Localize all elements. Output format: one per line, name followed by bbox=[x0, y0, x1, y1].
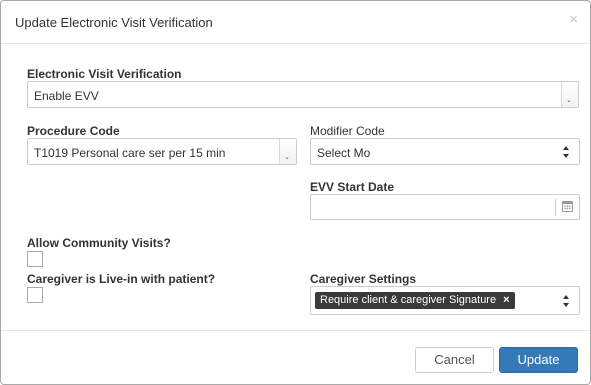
evv-select[interactable]: Enable EVV ⌄ bbox=[27, 81, 579, 108]
caregiver-setting-tag: Require client & caregiver Signature × bbox=[315, 292, 515, 309]
input-divider bbox=[555, 199, 556, 216]
procedure-code-label: Procedure Code bbox=[27, 124, 120, 138]
select-updown-icon bbox=[562, 294, 570, 308]
caregiver-settings-multiselect[interactable]: Require client & caregiver Signature × bbox=[310, 286, 580, 315]
live-in-label: Caregiver is Live-in with patient? bbox=[27, 272, 216, 286]
chevron-down-icon: ⌄ bbox=[566, 97, 572, 104]
modifier-code-select[interactable]: Select Mo bbox=[310, 138, 580, 165]
modifier-code-label: Modifier Code bbox=[310, 124, 385, 138]
evv-start-date-input[interactable] bbox=[310, 194, 580, 220]
procedure-code-toggle[interactable]: ⌄ bbox=[279, 139, 296, 164]
update-button[interactable]: Update bbox=[499, 347, 578, 373]
chevron-down-icon: ⌄ bbox=[284, 154, 290, 161]
evv-start-date-label: EVV Start Date bbox=[310, 180, 395, 194]
procedure-code-value: T1019 Personal care ser per 15 min bbox=[34, 146, 226, 160]
community-visits-checkbox[interactable] bbox=[27, 251, 43, 267]
tag-label: Require client & caregiver Signature bbox=[320, 294, 497, 306]
evv-label: Electronic Visit Verification bbox=[27, 67, 182, 81]
calendar-icon[interactable] bbox=[562, 201, 573, 212]
dialog-title: Update Electronic Visit Verification bbox=[15, 15, 213, 30]
live-in-checkbox[interactable] bbox=[27, 287, 43, 303]
modifier-code-value: Select Mo bbox=[317, 146, 371, 160]
select-updown-icon bbox=[562, 145, 570, 159]
cancel-button[interactable]: Cancel bbox=[415, 347, 494, 373]
dialog-footer: Cancel Update bbox=[1, 330, 590, 384]
tag-remove-icon[interactable]: × bbox=[503, 294, 509, 306]
caregiver-settings-label: Caregiver Settings bbox=[310, 272, 417, 286]
procedure-code-select[interactable]: T1019 Personal care ser per 15 min ⌄ bbox=[27, 138, 297, 165]
community-visits-label: Allow Community Visits? bbox=[27, 236, 171, 250]
dialog-header: Update Electronic Visit Verification × bbox=[1, 1, 590, 44]
evv-select-toggle[interactable]: ⌄ bbox=[561, 82, 578, 107]
evv-select-value: Enable EVV bbox=[34, 89, 99, 103]
evv-dialog: Update Electronic Visit Verification × E… bbox=[0, 0, 591, 385]
close-icon[interactable]: × bbox=[569, 12, 578, 28]
